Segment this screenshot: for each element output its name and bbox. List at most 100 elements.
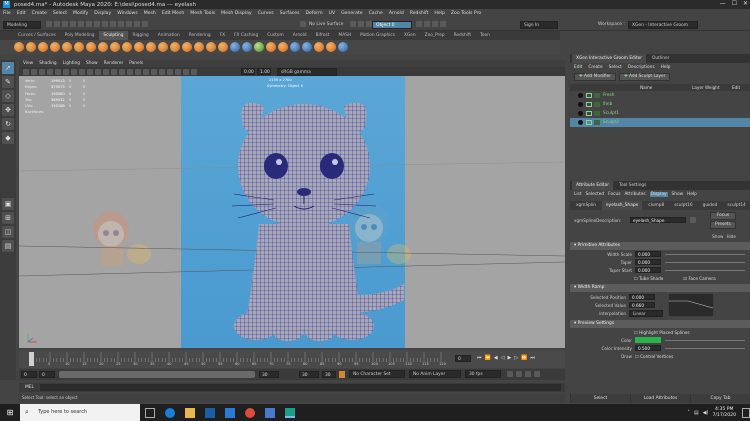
- shelf-tab-toon[interactable]: Toon: [476, 31, 494, 40]
- viewport-menu-view[interactable]: View: [23, 61, 33, 66]
- menu-windows[interactable]: Windows: [117, 11, 138, 16]
- shelf-tab-zoo-prep[interactable]: Zoo_Prep: [421, 31, 449, 40]
- bookmark-icon[interactable]: [39, 68, 45, 75]
- shelf-tab-curves-surfaces[interactable]: Curves / Surfaces: [14, 31, 60, 40]
- taskbar-clock[interactable]: 4:35 PM 7/17/2020: [712, 407, 736, 419]
- menu-arnold[interactable]: Arnold: [389, 11, 404, 16]
- menu-cache[interactable]: Cache: [369, 11, 383, 16]
- move-tool-icon[interactable]: ✥: [2, 104, 14, 116]
- ae-menu-list[interactable]: List: [574, 192, 582, 197]
- menu-display[interactable]: Display: [94, 11, 111, 16]
- menu-redshift[interactable]: Redshift: [410, 11, 429, 16]
- ipr-render-icon[interactable]: [358, 21, 364, 27]
- node-name-field[interactable]: eyelash_Shape: [630, 217, 686, 223]
- menuset-dropdown[interactable]: Modeling: [3, 21, 41, 29]
- ae-menu-focus[interactable]: Focus: [608, 192, 620, 197]
- width-ramp-graph[interactable]: [668, 293, 714, 317]
- menu-surfaces[interactable]: Surfaces: [280, 11, 300, 16]
- step-back-frame-icon[interactable]: ◀: [494, 355, 498, 361]
- playback-start-field[interactable]: 0: [39, 371, 55, 378]
- grab-brush-icon[interactable]: [50, 42, 60, 52]
- menu-mesh[interactable]: Mesh: [144, 11, 156, 16]
- select-component-icon[interactable]: [102, 21, 108, 27]
- groom-menu-descriptions[interactable]: Descriptions: [628, 65, 655, 70]
- taper-field[interactable]: 0.000: [635, 259, 661, 265]
- camera-attributes-icon[interactable]: [31, 68, 37, 75]
- undo-icon[interactable]: [70, 21, 76, 27]
- snap-grid-icon[interactable]: [110, 21, 116, 27]
- width-scale-field[interactable]: 0.000: [635, 251, 661, 257]
- snap-point-icon[interactable]: [126, 21, 132, 27]
- scale-tool-icon[interactable]: ◆: [2, 132, 14, 144]
- visibility-icon[interactable]: [578, 102, 583, 107]
- render-frame-icon[interactable]: [350, 21, 356, 27]
- node-tab[interactable]: xgmSplin: [572, 201, 600, 210]
- lights-icon[interactable]: [135, 68, 141, 75]
- checkbox-icon[interactable]: [586, 111, 592, 116]
- loop-icon[interactable]: [507, 371, 513, 377]
- select-object-icon[interactable]: [94, 21, 100, 27]
- selected-value-field[interactable]: 0.660: [629, 302, 655, 308]
- copy-tab-button[interactable]: Copy Tab: [690, 394, 750, 403]
- falloff-icon[interactable]: [326, 42, 336, 52]
- viewport-menu-shading[interactable]: Shading: [39, 61, 56, 66]
- mel-label[interactable]: MEL: [19, 385, 40, 390]
- groom-menu-create[interactable]: Create: [588, 65, 602, 70]
- viewport-menu-lighting[interactable]: Lighting: [63, 61, 80, 66]
- checkbox-icon[interactable]: [586, 93, 592, 98]
- four-pane-icon[interactable]: ⊞: [2, 212, 14, 224]
- sound-icon[interactable]: [534, 371, 540, 377]
- node-tab[interactable]: sculpt14: [723, 201, 749, 210]
- viewport-menu-show[interactable]: Show: [86, 61, 98, 66]
- face-camera-checkbox[interactable]: ☑ Face Camera: [683, 276, 715, 281]
- mask-brush-icon[interactable]: [230, 42, 240, 52]
- pinch-brush-icon[interactable]: [62, 42, 72, 52]
- tab-tool-settings[interactable]: Tool Settings: [615, 181, 650, 190]
- freeze-brush-icon[interactable]: [218, 42, 228, 52]
- list-item[interactable]: lhnb: [570, 100, 750, 109]
- add-sculpt-layer-button[interactable]: ✚ Add Sculpt Layer: [619, 73, 671, 81]
- range-slider[interactable]: [59, 371, 255, 378]
- auto-key-icon[interactable]: [516, 371, 522, 377]
- sculpt-brush-icon[interactable]: [14, 42, 24, 52]
- taper-start-slider[interactable]: [665, 269, 745, 271]
- menu-edit[interactable]: Edit: [17, 11, 26, 16]
- edge-browser-icon[interactable]: [165, 407, 175, 418]
- ae-menu-display[interactable]: Display: [649, 192, 668, 197]
- scrape-brush-icon[interactable]: [146, 42, 156, 52]
- range-max-field[interactable]: 30: [322, 371, 336, 378]
- maya-taskbar-icon[interactable]: [285, 407, 295, 418]
- imprint-brush-icon[interactable]: [122, 42, 132, 52]
- shelf-tab-bifrost[interactable]: Bifrost: [312, 31, 334, 40]
- play-back-icon[interactable]: ◁: [501, 355, 505, 361]
- film-gate-icon[interactable]: [63, 68, 69, 75]
- checkbox-icon[interactable]: [586, 120, 592, 125]
- groom-menu-select[interactable]: Select: [609, 65, 622, 70]
- fps-dropdown[interactable]: 30 fps: [465, 370, 501, 378]
- tool-settings-icon[interactable]: [432, 21, 438, 27]
- menu-modify[interactable]: Modify: [73, 11, 88, 16]
- color-intensity-slider[interactable]: [665, 347, 745, 349]
- workspace-dropdown[interactable]: XGen - Interactive Groom: [628, 21, 698, 29]
- antialiasing-icon[interactable]: [159, 68, 165, 75]
- cub-wireframe-model[interactable]: [204, 94, 404, 346]
- channel-box-icon[interactable]: [440, 21, 446, 27]
- minimize-button[interactable]: —: [720, 0, 726, 7]
- presets-button[interactable]: Presets: [710, 221, 736, 229]
- repeat-brush-icon[interactable]: [110, 42, 120, 52]
- wax-brush-icon[interactable]: [134, 42, 144, 52]
- amplify-brush-icon[interactable]: [206, 42, 216, 52]
- close-button[interactable]: ✕: [743, 0, 748, 7]
- smooth-shade-icon[interactable]: [111, 68, 117, 75]
- node-tab-active[interactable]: eyelash_Shape: [602, 201, 643, 210]
- wireframe-on-shaded-icon[interactable]: [119, 68, 125, 75]
- groom-menu-help[interactable]: Help: [661, 65, 671, 70]
- shelf-tab-rigging[interactable]: Rigging: [129, 31, 153, 40]
- checkbox-icon[interactable]: [586, 102, 592, 107]
- list-item[interactable]: Sculpt1: [570, 109, 750, 118]
- visibility-icon[interactable]: [578, 120, 583, 125]
- primitive-attributes-section[interactable]: ▾ Primitive Attributes: [570, 242, 750, 250]
- exposure-field[interactable]: 0.00: [241, 68, 255, 75]
- maximize-button[interactable]: ☐: [732, 0, 737, 7]
- step-forward-key-icon[interactable]: ⏩: [521, 355, 527, 361]
